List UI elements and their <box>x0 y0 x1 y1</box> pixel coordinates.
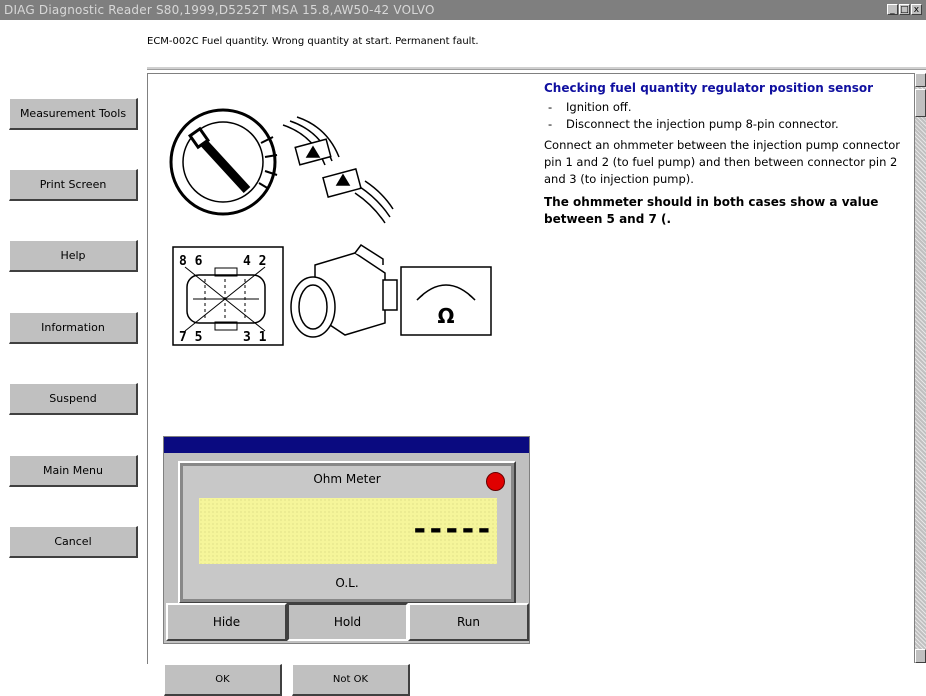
ohm-meter-unit: O.L. <box>335 576 359 590</box>
minimize-button[interactable]: _ <box>887 4 898 15</box>
main-menu-button[interactable]: Main Menu <box>9 455 138 487</box>
window-title-bar: DIAG Diagnostic Reader S80,1999,D5252T M… <box>0 0 926 20</box>
window-title: DIAG Diagnostic Reader S80,1999,D5252T M… <box>4 3 435 17</box>
instruction-step: Disconnect the injection pump 8-pin conn… <box>544 116 904 133</box>
pin-label-bottom-right: 3 1 <box>243 330 267 345</box>
vertical-scrollbar[interactable] <box>914 73 926 663</box>
pinout-diagram-icon: 8 6 4 2 7 5 3 1 <box>172 246 284 346</box>
fault-status-text: ECM-002C Fuel quantity. Wrong quantity a… <box>147 36 479 47</box>
scroll-up-arrow-icon[interactable] <box>915 73 926 87</box>
window-controls: _ □ x <box>887 4 922 15</box>
ok-button[interactable]: OK <box>164 664 282 696</box>
ohm-meter-title-bar[interactable] <box>164 437 529 453</box>
ohm-meter-window: Ohm Meter ----- O.L. Hide Hold Run <box>163 436 530 644</box>
instruction-step: Ignition off. <box>544 99 904 116</box>
status-lamp-icon <box>486 472 505 491</box>
ohmmeter-icon: Ω <box>400 266 492 336</box>
run-button[interactable]: Run <box>408 603 529 641</box>
ignition-switch-icon <box>169 108 278 216</box>
scroll-down-arrow-icon[interactable] <box>915 649 926 663</box>
scroll-thumb[interactable] <box>915 89 926 117</box>
procedure-illustration: 8 6 4 2 7 5 3 1 Ω <box>169 108 492 346</box>
hold-button[interactable]: Hold <box>287 603 408 641</box>
print-screen-button[interactable]: Print Screen <box>9 169 138 201</box>
ohm-meter-buttons: Hide Hold Run <box>166 603 529 641</box>
ohm-symbol: Ω <box>437 304 454 328</box>
pin-label-top-right: 4 2 <box>243 254 266 269</box>
instructions-heading: Checking fuel quantity regulator positio… <box>544 81 874 95</box>
close-button[interactable]: x <box>911 4 922 15</box>
measurement-tools-button[interactable]: Measurement Tools <box>9 98 138 130</box>
instructions-panel: Checking fuel quantity regulator positio… <box>544 80 904 228</box>
ohm-meter-frame: Ohm Meter ----- O.L. <box>178 461 516 604</box>
ohm-meter-title: Ohm Meter <box>313 472 381 486</box>
cancel-button[interactable]: Cancel <box>9 526 138 558</box>
maximize-button[interactable]: □ <box>899 4 910 15</box>
connector-disconnect-icon <box>282 116 394 224</box>
ohm-meter-reading: ----- <box>410 512 493 547</box>
pin-label-top-left: 8 6 <box>179 254 203 269</box>
instruction-paragraph: Connect an ohmmeter between the injectio… <box>544 138 900 186</box>
ohm-meter-face: Ohm Meter ----- O.L. <box>183 466 511 599</box>
not-ok-button[interactable]: Not OK <box>292 664 410 696</box>
help-button[interactable]: Help <box>9 240 138 272</box>
information-button[interactable]: Information <box>9 312 138 344</box>
pump-connector-icon <box>290 243 398 338</box>
divider <box>147 67 926 70</box>
expected-result: The ohmmeter should in both cases show a… <box>544 195 879 226</box>
suspend-button[interactable]: Suspend <box>9 383 138 415</box>
hide-button[interactable]: Hide <box>166 603 287 641</box>
ohm-meter-display: ----- <box>199 498 497 564</box>
pin-label-bottom-left: 7 5 <box>179 330 202 345</box>
